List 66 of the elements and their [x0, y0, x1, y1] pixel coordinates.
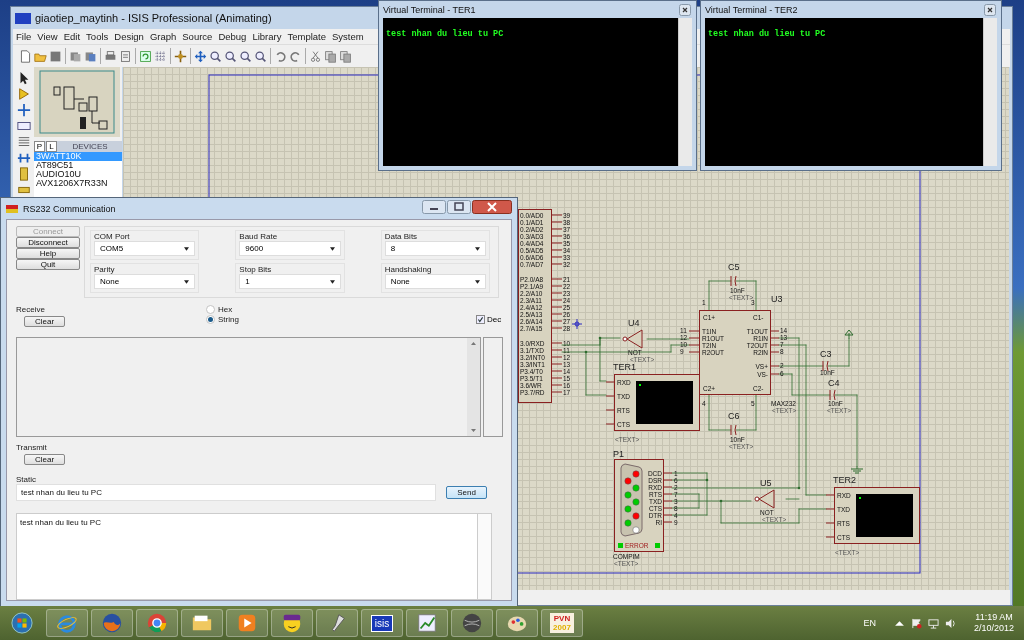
field-label: Handshaking — [384, 265, 433, 274]
window-title: Virtual Terminal - TER1 — [383, 4, 476, 15]
isis-logo: isis — [370, 614, 394, 632]
dropdown[interactable]: None — [94, 274, 196, 289]
menu-item[interactable]: Source — [179, 31, 216, 42]
device-item[interactable]: AT89C51 — [34, 161, 122, 170]
dialog-button[interactable]: Help — [16, 248, 80, 259]
menu-item[interactable]: Edit — [60, 31, 84, 42]
component-label: C3 — [820, 349, 832, 359]
dropdown[interactable]: 8 — [384, 241, 486, 256]
window-title: Virtual Terminal - TER2 — [705, 4, 798, 15]
message-input[interactable]: test nhan du lieu tu PC — [16, 484, 436, 501]
dropdown[interactable]: 1 — [239, 274, 341, 289]
dropdown[interactable]: None — [384, 274, 486, 289]
date-text: 2/10/2012 — [973, 623, 1014, 634]
component-label: U4 — [628, 318, 640, 328]
picker-tab[interactable]: P — [34, 141, 45, 152]
menu-item[interactable]: Graph — [146, 31, 180, 42]
section-label: Static — [16, 475, 36, 484]
component-label: P1 — [613, 449, 624, 459]
time-text: 11:19 AM — [975, 612, 1013, 623]
field-label: Parity — [94, 265, 116, 274]
picker-title: DEVICES — [71, 142, 109, 151]
language-indicator[interactable]: EN — [863, 618, 876, 628]
radio-label: Hex — [218, 305, 233, 314]
dialog-button[interactable]: Disconnect — [16, 237, 80, 248]
component-label: C6 — [728, 411, 740, 421]
menu-item[interactable]: File — [13, 31, 35, 42]
window-title: giaotiep_maytinh - ISIS Professional (Animating) — [35, 12, 272, 24]
component-label: U3 — [771, 294, 783, 304]
clock[interactable]: 11:19 AM 2/10/2012 — [973, 612, 1014, 634]
transmit-log[interactable]: test nhan du lieu tu PC — [16, 513, 477, 600]
menu-item[interactable]: View — [34, 31, 61, 42]
taskbar-button[interactable]: isis — [361, 609, 403, 637]
checkbox-label: Dec — [487, 315, 502, 324]
component-label: TER2 — [833, 475, 856, 485]
window-title: RS232 Communication — [23, 203, 116, 214]
terminal-output: test nhan du lieu tu PC — [708, 29, 826, 39]
section-label: Receive — [16, 305, 45, 314]
terminal-output: test nhan du lieu tu PC — [386, 29, 504, 39]
menu-item[interactable]: Design — [111, 31, 147, 42]
pvn-logo: PVN 2007 — [550, 613, 574, 633]
dialog-button[interactable]: Quit — [16, 259, 80, 270]
field-label: COM Port — [94, 232, 131, 241]
field-label: Data Bits — [384, 232, 419, 241]
field-label: Baud Rate — [239, 232, 279, 241]
menu-item[interactable]: Debug — [215, 31, 250, 42]
section-label: Transmit — [16, 443, 47, 452]
device-item[interactable]: AVX1206X7R33N — [34, 179, 122, 188]
send-button[interactable]: Send — [446, 486, 487, 499]
component-label: U5 — [760, 478, 772, 488]
component-label: C5 — [728, 262, 740, 272]
dropdown[interactable]: COM5 — [94, 241, 196, 256]
device-item[interactable]: AUDIO10U — [34, 170, 122, 179]
menu-item[interactable]: Tools — [83, 31, 112, 42]
dropdown[interactable]: 9600 — [239, 241, 341, 256]
clear-button[interactable]: Clear — [24, 316, 65, 327]
component-label: C4 — [828, 378, 840, 388]
radio-label: String — [218, 315, 239, 324]
component-label: TER1 — [613, 362, 636, 372]
menu-item[interactable]: System — [329, 31, 367, 42]
clear-button[interactable]: Clear — [24, 454, 65, 465]
taskbar-button[interactable]: PVN 2007 — [541, 609, 583, 637]
field-label: Stop Bits — [239, 265, 273, 274]
menu-item[interactable]: Template — [284, 31, 329, 42]
menu-item[interactable]: Library — [249, 31, 285, 42]
